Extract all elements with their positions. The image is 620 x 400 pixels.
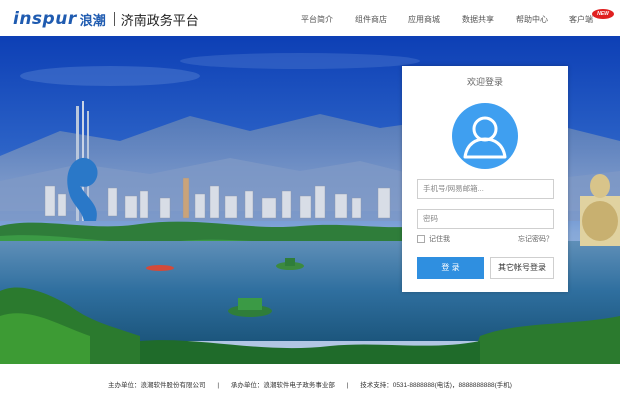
login-card: 欢迎登录 手机号/网易邮箱... 密码 记住我 忘记密码？ 登 录 其它帐号登录 (402, 66, 568, 292)
password-placeholder: 密码 (423, 214, 438, 223)
nav-platform-intro[interactable]: 平台简介 (301, 0, 333, 36)
remember-me[interactable]: 记住我 (417, 234, 450, 244)
remember-checkbox[interactable] (417, 235, 425, 243)
footer-info: 主办单位：浪潮软件股份有限公司 | 承办单位：浪潮软件电子政务事业部 | 技术支… (0, 379, 620, 389)
footer-support: 技术支持：0531-8888888(电话)，8888888888(手机) (360, 382, 512, 389)
footer: 主办单位：浪潮软件股份有限公司 | 承办单位：浪潮软件电子政务事业部 | 技术支… (0, 364, 620, 400)
nav-data-sharing[interactable]: 数据共享 (462, 0, 494, 36)
remember-label: 记住我 (429, 236, 450, 243)
login-title: 欢迎登录 (466, 77, 503, 87)
new-badge: NEW (592, 9, 614, 19)
top-nav: 平台简介 组件商店 应用商城 数据共享 帮助中心 客户端 NEW (0, 0, 620, 36)
login-button[interactable]: 登 录 (417, 257, 484, 279)
nav-component-store[interactable]: 组件商店 (355, 0, 387, 36)
username-input[interactable]: 手机号/网易邮箱... (417, 179, 554, 199)
nav-client[interactable]: 客户端 (569, 0, 593, 36)
other-account-login-button[interactable]: 其它帐号登录 (490, 257, 554, 279)
footer-host: 主办单位：浪潮软件股份有限公司 (108, 382, 206, 389)
footer-divider: | (217, 382, 220, 389)
username-placeholder: 手机号/网易邮箱... (423, 184, 484, 193)
password-input[interactable]: 密码 (417, 209, 554, 229)
forgot-password-link[interactable]: 忘记密码？ (518, 234, 553, 244)
footer-divider: | (346, 382, 349, 389)
header: inspur 浪潮 济南政务平台 平台简介 组件商店 应用商城 数据共享 帮助中… (0, 0, 620, 36)
nav-help-center[interactable]: 帮助中心 (516, 0, 548, 36)
nav-app-mall[interactable]: 应用商城 (408, 0, 440, 36)
footer-organizer: 承办单位：浪潮软件电子政务事业部 (230, 382, 335, 389)
user-avatar-icon (452, 103, 518, 169)
